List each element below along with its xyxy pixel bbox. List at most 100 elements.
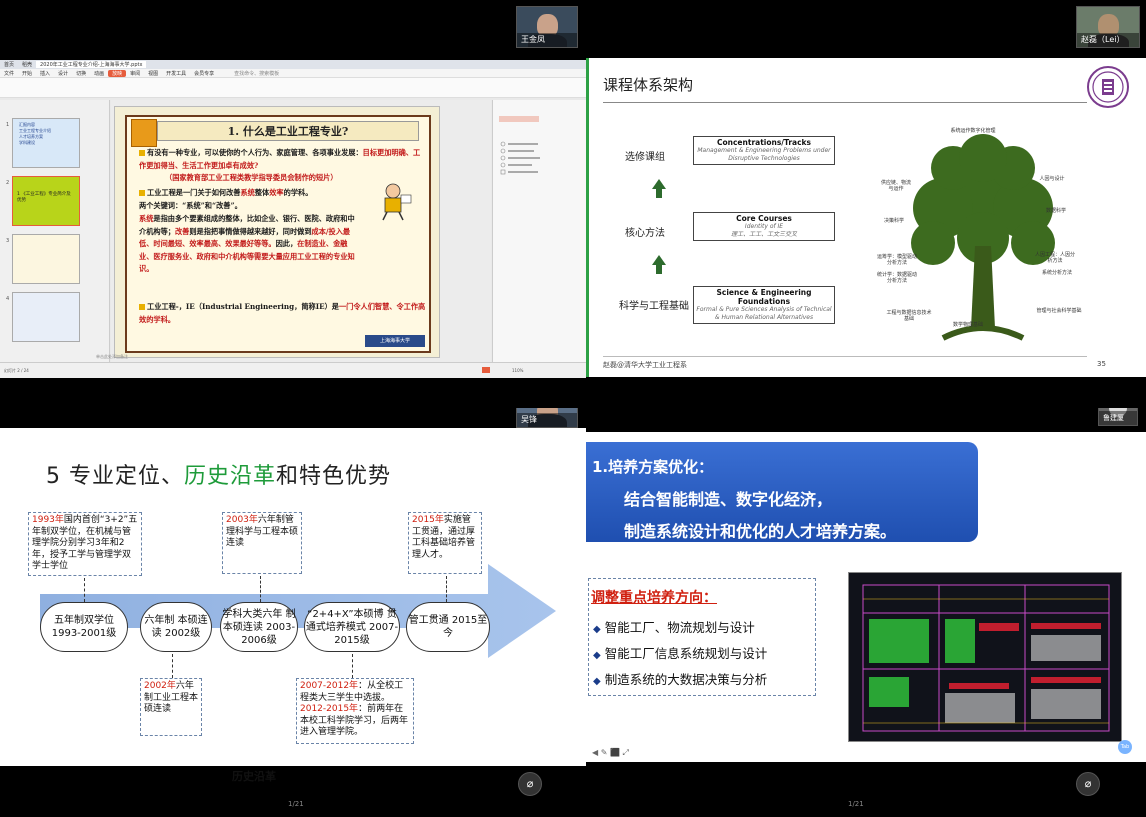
bullet-icon bbox=[139, 150, 145, 156]
note-year: 2007-2012年 bbox=[300, 681, 359, 691]
menu-animation[interactable]: 动画 bbox=[90, 70, 108, 77]
direction-text: 制造系统的大数据决策与分析 bbox=[604, 672, 768, 687]
level-label: 核心方法 bbox=[625, 228, 665, 239]
thumb-number: 4 bbox=[6, 296, 10, 302]
zoom-level[interactable]: 110% bbox=[512, 368, 523, 373]
timeline-stage: 管工贯通 2015至今 bbox=[406, 602, 490, 652]
text: 的学科。 bbox=[283, 188, 313, 197]
mic-muted-icon[interactable]: ⌀ bbox=[518, 772, 542, 796]
title-part: 5 专业定位、 bbox=[46, 464, 184, 489]
menu-start[interactable]: 开始 bbox=[18, 70, 36, 77]
diamond-bullet-icon: ◆ bbox=[593, 650, 601, 661]
note-1993: 1993年国内首创“3+2”五年制双学位，在机械与管理学院分别学习3年和2年，授… bbox=[28, 512, 142, 576]
tab-document[interactable]: 2020年工业工程专业介绍-上海海事大学.pptx bbox=[36, 61, 147, 68]
box-subtitle: Formal & Pure Sciences Analysis of Techn… bbox=[696, 306, 832, 321]
arrow-up-icon bbox=[652, 255, 666, 265]
box-subtitle: Management & Engineering Problems under … bbox=[697, 147, 831, 162]
command-search[interactable]: 查找命令、搜索模板 bbox=[230, 70, 283, 77]
menu-slideshow[interactable]: 放映 bbox=[108, 69, 127, 77]
slide-thumbnail-1[interactable]: 汇报内容 工业工程专业介绍 人才培养方案 学科建设 bbox=[12, 118, 80, 168]
menu-view[interactable]: 视图 bbox=[144, 70, 162, 77]
note-year: 1993年 bbox=[32, 515, 64, 525]
page-indicator: 1/21 bbox=[288, 800, 304, 808]
tab-home[interactable]: 首页 bbox=[0, 61, 18, 68]
tab-docer[interactable]: 稻壳 bbox=[18, 61, 36, 68]
slide-thumbnail-3[interactable] bbox=[12, 234, 80, 284]
page-indicator: 1/21 bbox=[848, 800, 864, 808]
menu-review[interactable]: 审阅 bbox=[126, 70, 144, 77]
text-highlight: 系统 bbox=[240, 188, 255, 197]
screen-share-tile-top-right[interactable]: 赵磊（Lei） 课程体系架构 选修课组 核心方法 科学与工程基础 Concent… bbox=[586, 0, 1146, 408]
screen-share-tile-top-left[interactable]: 王金凤 首页 稻壳 2020年工业工程专业介绍-上海海事大学.pptx 文件 开… bbox=[0, 0, 586, 408]
text: 有没有一种专业，可以使你的个人行为、家庭管理、各项事业发展： bbox=[147, 148, 363, 157]
menu-design[interactable]: 设计 bbox=[54, 70, 72, 77]
box-concentrations: Concentrations/Tracks Management & Engin… bbox=[693, 136, 835, 165]
paragraph-4: 工业工程-，IE（Industrial Engineering，简称IE）是一门… bbox=[139, 301, 427, 326]
participant-video-wu[interactable]: 吴锋 bbox=[516, 408, 578, 428]
tab-badge[interactable]: Tab bbox=[1118, 740, 1132, 754]
mic-muted-icon[interactable]: ⌀ bbox=[1076, 772, 1100, 796]
text-highlight: （国家教育部工业工程类教学指导委员会制作的短片） bbox=[165, 173, 338, 183]
connector-line bbox=[260, 576, 261, 602]
slide-title: 课程体系架构 bbox=[603, 76, 694, 94]
book-icon bbox=[131, 119, 157, 147]
notes-placeholder[interactable]: 单击此处添加备注 bbox=[96, 354, 128, 360]
tree-label: 供应链、物流与运作 bbox=[881, 180, 912, 192]
slide-thumbnail-4[interactable] bbox=[12, 292, 80, 342]
bullet-icon bbox=[139, 190, 145, 196]
slide-edit-area[interactable]: 1. 什么是工业工程专业? 有没有一种专业，可以使你的个人行为、家庭管理、各项事… bbox=[111, 100, 491, 362]
thumb-title: 1 《工业工程》专业简介及优势 bbox=[17, 192, 71, 203]
menu-insert[interactable]: 插入 bbox=[36, 70, 54, 77]
slide-curriculum[interactable]: 课程体系架构 选修课组 核心方法 科学与工程基础 Concentrations/… bbox=[586, 58, 1146, 377]
participant-video-wang[interactable]: 王金凤 bbox=[516, 6, 578, 48]
direction-text: 智能工厂信息系统规划与设计 bbox=[604, 646, 768, 661]
menu-developer[interactable]: 开发工具 bbox=[162, 70, 190, 77]
tree-label: 决策科学 bbox=[883, 218, 904, 224]
slide-counter: 幻灯片 2 / 24 bbox=[4, 368, 29, 373]
connector-line bbox=[446, 576, 447, 602]
cartoon-figure-icon bbox=[373, 181, 415, 221]
tree-label: 系统分析方法 bbox=[1041, 270, 1072, 276]
arrow-up-icon bbox=[652, 179, 666, 189]
pane-tab[interactable] bbox=[499, 116, 539, 122]
slide-thumbnail-pane[interactable]: 1 汇报内容 工业工程专业介绍 人才培养方案 学科建设 2 1 《工业工程》专业… bbox=[0, 100, 110, 362]
banner-line: 制造系统设计和优化的人才培养方案。 bbox=[624, 522, 897, 541]
slideshow-tools[interactable]: ◀ ✎ ⬛ ⤢ bbox=[592, 748, 629, 758]
screen-share-tile-bottom-right[interactable]: 鲁建厦 1.培养方案优化： 结合智能制造、数字化经济， 制造系统设计和优化的人才… bbox=[586, 408, 1146, 817]
thumb-number: 2 bbox=[6, 180, 10, 186]
menu-member[interactable]: 会员专享 bbox=[190, 70, 218, 77]
wps-presentation-window: 首页 稻壳 2020年工业工程专业介绍-上海海事大学.pptx 文件 开始 插入… bbox=[0, 60, 586, 378]
object-properties-pane[interactable] bbox=[492, 100, 586, 362]
slideshow-button[interactable] bbox=[482, 367, 490, 373]
slide-history[interactable]: 5 专业定位、历史沿革和特色优势 五年制双学位 1993-2001级 六年制 本… bbox=[0, 428, 586, 783]
box-subtitle: 理工、工工、工文三交叉 bbox=[730, 231, 797, 238]
training-banner: 1.培养方案优化： 结合智能制造、数字化经济， 制造系统设计和优化的人才培养方案… bbox=[586, 442, 978, 542]
note-2015: 2015年实施管工贯通，通过厚工科基础培养管理人才。 bbox=[408, 512, 482, 574]
bullet-icon bbox=[139, 304, 145, 310]
menu-transition[interactable]: 切换 bbox=[72, 70, 90, 77]
box-foundations: Science & Engineering Foundations Formal… bbox=[693, 286, 835, 324]
box-core-courses: Core Courses Identity of IE 理工、工工、工文三交叉 bbox=[693, 212, 835, 241]
participant-video-zhao[interactable]: 赵磊（Lei） bbox=[1076, 6, 1140, 48]
direction-box: 调整重点培养方向： ◆ 智能工厂、物流规划与设计 ◆ 智能工厂信息系统规划与设计… bbox=[588, 578, 816, 696]
slide-thumbnail-2[interactable]: 1 《工业工程》专业简介及优势 bbox=[12, 176, 80, 226]
paragraph-3: 系统是指由多个要素组成的整体，比如企业、银行、医院、政府和中介机构等；改善则是指… bbox=[139, 213, 359, 276]
note-2002: 2002年六年制工业工程本硕连读 bbox=[140, 678, 202, 736]
note-year: 2015年 bbox=[412, 515, 444, 525]
menu-file[interactable]: 文件 bbox=[0, 70, 18, 77]
slide-training-plan[interactable]: 1.培养方案优化： 结合智能制造、数字化经济， 制造系统设计和优化的人才培养方案… bbox=[586, 432, 1146, 762]
box-title: Core Courses bbox=[736, 214, 792, 223]
wps-ribbon[interactable] bbox=[0, 78, 586, 98]
slide-title: 1. 什么是工业工程专业? bbox=[157, 121, 419, 141]
arrow-stem bbox=[656, 265, 662, 274]
slide-title: 5 专业定位、历史沿革和特色优势 bbox=[46, 458, 391, 490]
direction-item: ◆ 智能工厂、物流规划与设计 bbox=[593, 617, 755, 636]
fill-options[interactable] bbox=[499, 140, 549, 180]
title-part: 和特色优势 bbox=[276, 464, 392, 489]
screen-share-tile-bottom-left[interactable]: 吴锋 5 专业定位、历史沿革和特色优势 五年制双学位 1993-2001级 六年… bbox=[0, 408, 586, 817]
slide-what-is-ie[interactable]: 1. 什么是工业工程专业? 有没有一种专业，可以使你的个人行为、家庭管理、各项事… bbox=[114, 106, 440, 358]
timeline-stage: 六年制 本硕连读 2002级 bbox=[140, 602, 212, 652]
participant-name: 鲁建厦 bbox=[1099, 411, 1137, 425]
participant-avatar-lu[interactable]: 鲁建厦 bbox=[1098, 408, 1138, 426]
direction-item: ◆ 智能工厂信息系统规划与设计 bbox=[593, 643, 767, 662]
